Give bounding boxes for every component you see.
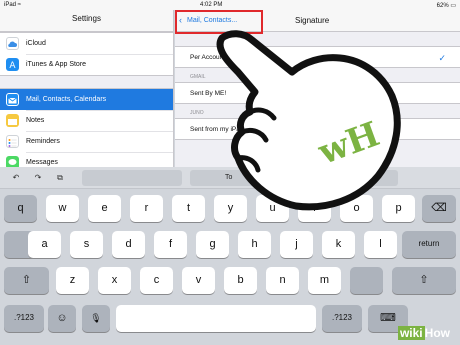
sidebar-item-itunes[interactable]: A iTunes & App Store [0, 54, 173, 75]
page-title: Signature [295, 16, 330, 25]
key-space[interactable] [116, 305, 316, 332]
key-z[interactable]: z [56, 267, 89, 294]
suggestion-right[interactable] [298, 170, 398, 186]
key-a[interactable]: a [28, 231, 61, 258]
key-r[interactable]: r [130, 195, 163, 222]
key-s[interactable]: s [70, 231, 103, 258]
key-d[interactable]: d [112, 231, 145, 258]
key-c[interactable]: c [140, 267, 173, 294]
key-g[interactable]: g [196, 231, 229, 258]
key-p[interactable]: p [382, 195, 415, 222]
suggestion-left[interactable] [82, 170, 182, 186]
suggestion-center[interactable] [190, 170, 290, 186]
keyboard-toolbar: ↶ ↷ ⧉ To [0, 167, 460, 189]
status-battery: 62% ▭ [436, 3, 456, 9]
key-comma[interactable] [350, 267, 383, 294]
section-header-all [175, 32, 460, 46]
emoji-key-icon[interactable]: ☺ [48, 305, 76, 332]
watermark-how: How [424, 326, 450, 340]
key-o[interactable]: o [340, 195, 373, 222]
sidebar-item-notes[interactable]: Notes [0, 110, 173, 131]
sidebar-item-reminders[interactable]: Reminders [0, 131, 173, 152]
signature-row-per-account[interactable]: Per Account ✓ [175, 46, 460, 68]
key-u[interactable]: u [256, 195, 289, 222]
key-b[interactable]: b [224, 267, 257, 294]
nav-bar: ‹ Mail, Contacts... Signature [175, 10, 460, 34]
sidebar-title: Settings [0, 10, 173, 32]
cloud-icon [6, 37, 19, 50]
sidebar-item-label: Reminders [26, 138, 60, 145]
undo-icon[interactable]: ↶ [10, 172, 22, 184]
sidebar-item-label: Messages [26, 159, 58, 166]
key-v[interactable]: v [182, 267, 215, 294]
notes-icon [6, 114, 19, 127]
messages-icon [6, 156, 19, 167]
status-left: iPad ≈ [4, 2, 21, 8]
suggestion-text: To [225, 174, 233, 181]
key-e[interactable]: e [88, 195, 121, 222]
key-return[interactable]: return [402, 231, 456, 258]
sidebar-item-label: Mail, Contacts, Calendars [26, 96, 107, 103]
settings-sidebar: Settings iCloud A iTunes & App Store Mai… [0, 10, 174, 167]
key-l[interactable]: l [364, 231, 397, 258]
sidebar-item-messages[interactable]: Messages [0, 152, 173, 167]
section-header-gmail: GMAIL [190, 74, 206, 80]
signature-field-gmail[interactable]: Sent By ME! [175, 82, 460, 104]
key-numbers-right[interactable]: .?123 [322, 305, 362, 332]
app-store-icon: A [6, 58, 19, 71]
key-shift-left[interactable]: ⇧ [4, 267, 49, 294]
key-shift-right[interactable]: ⇧ [392, 267, 456, 294]
redo-icon[interactable]: ↷ [32, 172, 44, 184]
key-y[interactable]: y [214, 195, 247, 222]
sidebar-group-accounts: iCloud A iTunes & App Store [0, 32, 173, 76]
sidebar-group-apps: Mail, Contacts, Calendars Notes Reminder… [0, 88, 173, 167]
microphone-icon[interactable]: 🎙 [82, 305, 110, 332]
signature-text: Sent from my iPad [190, 126, 244, 133]
key-i[interactable]: i [298, 195, 331, 222]
sidebar-item-label: Notes [26, 117, 45, 124]
mail-icon [6, 93, 19, 106]
key-numbers-left[interactable]: .?123 [4, 305, 44, 332]
wikihow-watermark: wiki How [397, 326, 450, 340]
status-time: 4:02 PM [200, 2, 223, 8]
key-x[interactable]: x [98, 267, 131, 294]
key-n[interactable]: n [266, 267, 299, 294]
key-backspace[interactable]: ⌫ [422, 195, 456, 222]
row-label: Per Account [190, 54, 226, 61]
sidebar-item-icloud[interactable]: iCloud [0, 33, 173, 54]
sidebar-item-mail[interactable]: Mail, Contacts, Calendars [0, 89, 173, 110]
key-w[interactable]: w [46, 195, 79, 222]
signature-pane: ‹ Mail, Contacts... Signature Per Accoun… [175, 10, 460, 167]
key-k[interactable]: k [322, 231, 355, 258]
key-m[interactable]: m [308, 267, 341, 294]
highlight-box [175, 10, 263, 34]
key-f[interactable]: f [154, 231, 187, 258]
key-tab[interactable]: q [4, 195, 37, 222]
section-header-juno: JUNO [190, 110, 204, 116]
paste-icon[interactable]: ⧉ [54, 172, 66, 184]
sidebar-item-label: iCloud [26, 40, 46, 47]
sidebar-item-label: iTunes & App Store [26, 61, 87, 68]
key-t[interactable]: t [172, 195, 205, 222]
watermark-wiki: wiki [397, 326, 425, 340]
key-j[interactable]: j [280, 231, 313, 258]
checkmark-icon: ✓ [438, 53, 446, 63]
key-h[interactable]: h [238, 231, 271, 258]
signature-field-juno[interactable]: Sent from my iPad [175, 118, 460, 140]
reminders-icon [6, 135, 19, 148]
svg-text:A: A [9, 61, 16, 71]
signature-text: Sent By ME! [190, 90, 227, 97]
status-bar: iPad ≈ 4:02 PM 62% ▭ [0, 0, 460, 10]
keyboard: ↶ ↷ ⧉ To q w e r t y u i o p ⌫ a s d f g… [0, 167, 460, 345]
